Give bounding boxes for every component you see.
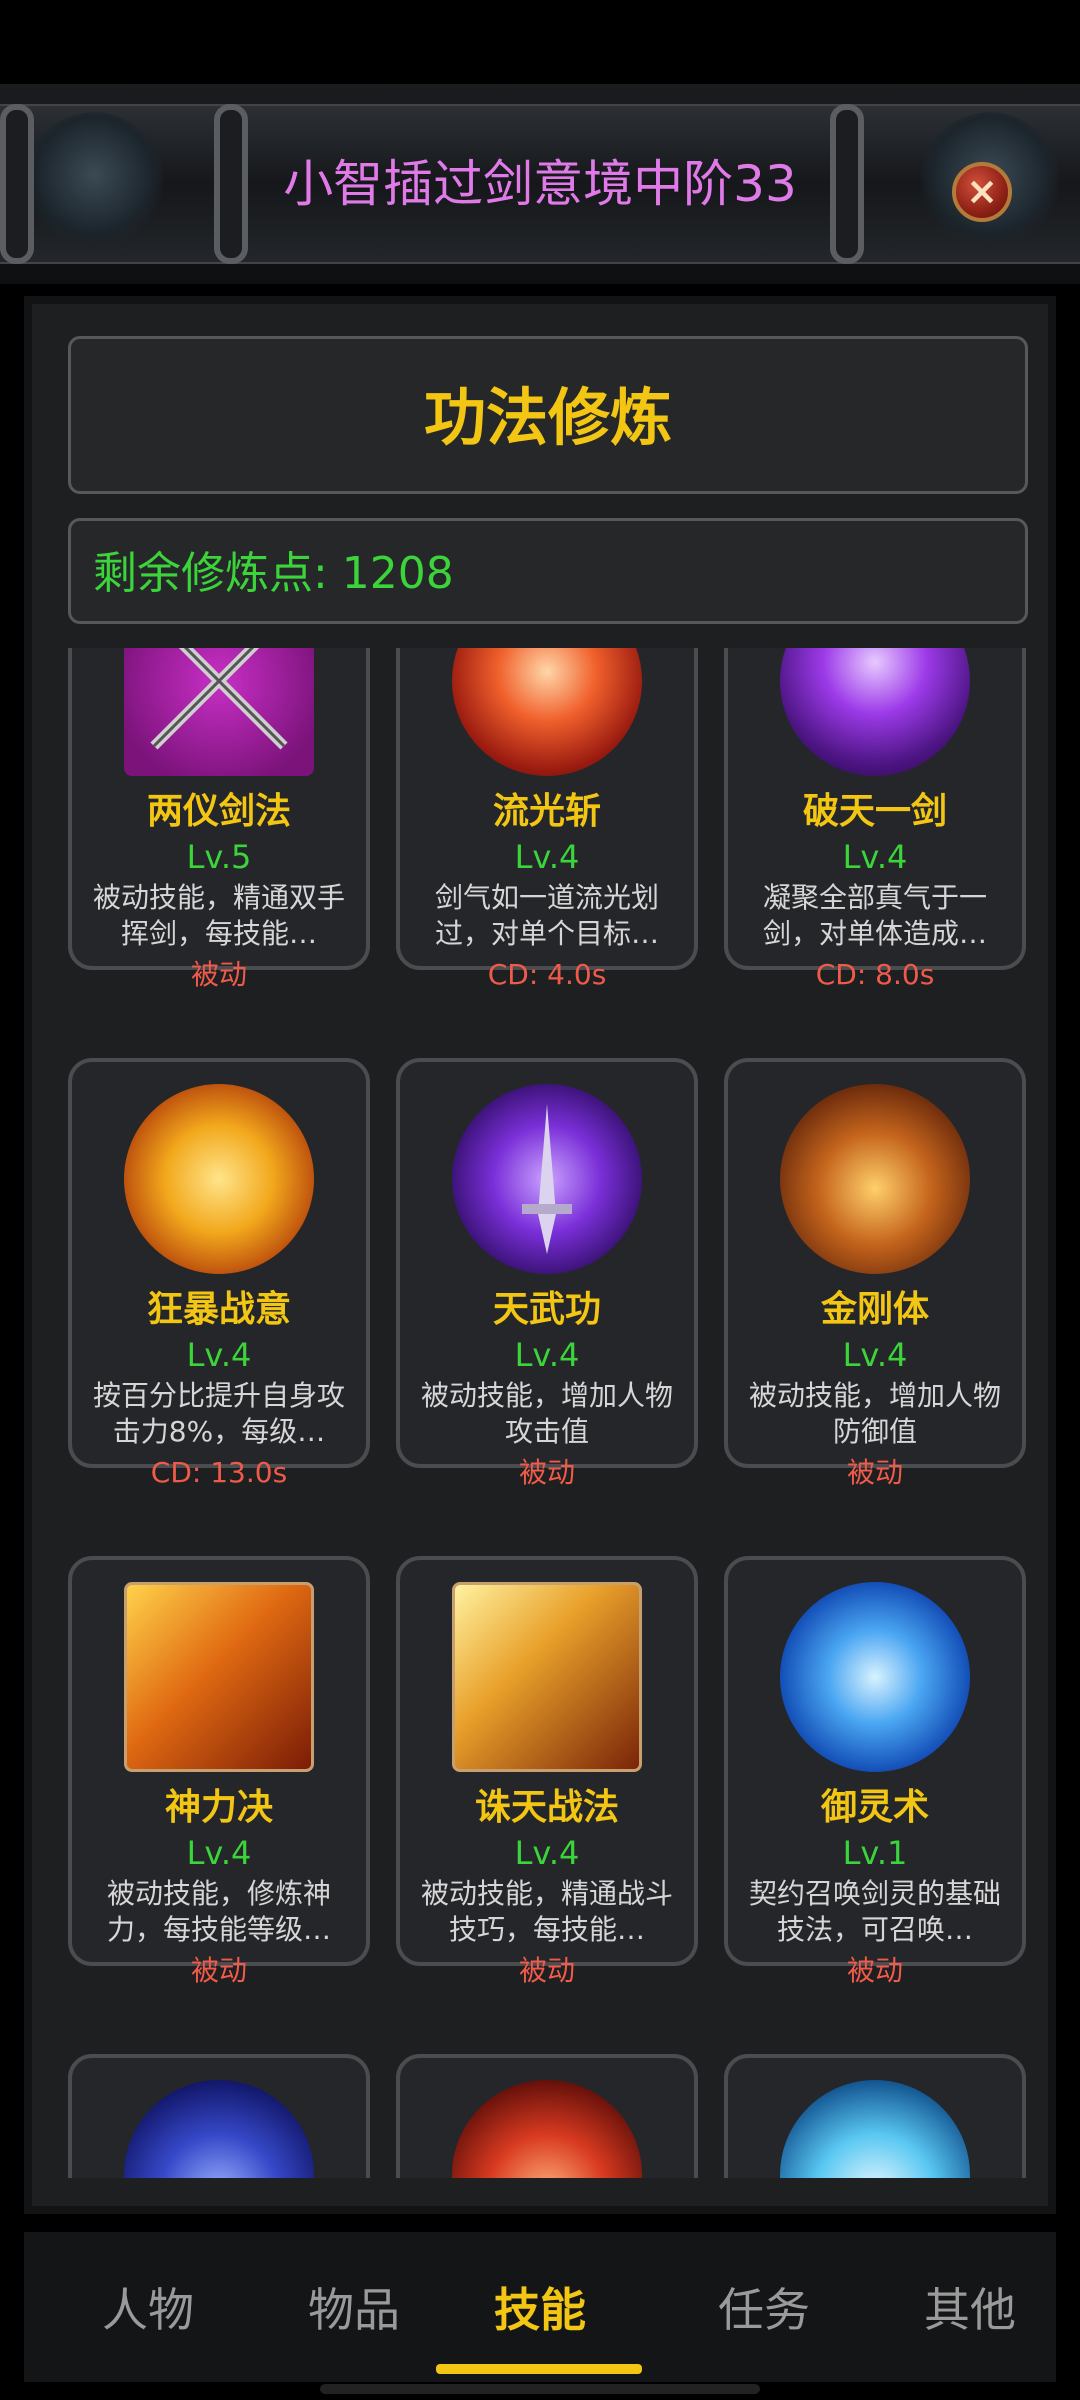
skill-card[interactable]: 天武功 Lv.4 被动技能，增加人物攻击值 被动 [396, 1058, 698, 1489]
skill-description: 被动技能，修炼神力，每技能等级… [106, 1877, 331, 1946]
skill-name: 神力决 [164, 1787, 273, 1828]
skill-description: 凝聚全部真气于一剑，对单体造成… [762, 881, 987, 950]
skill-description: 剑气如一道流光划过，对单个目标… [434, 881, 659, 950]
fist-icon [124, 1084, 314, 1274]
skill-panel: 功法修炼 剩余修炼点: 1208 两仪剑法 Lv.5 被动技能，精通双手挥剑，每… [24, 296, 1056, 2214]
skill-card[interactable]: 诛天战法 Lv.4 被动技能，精通战斗技巧，每技能… 被动 [396, 1556, 698, 1987]
tab-skills[interactable]: 技能 [440, 2282, 640, 2338]
skill-grid[interactable]: 两仪剑法 Lv.5 被动技能，精通双手挥剑，每技能… 被动 流光斩 Lv.4 剑… [32, 648, 1048, 2178]
tab-other[interactable]: 其他 [870, 2282, 1070, 2338]
bottom-tab-bar: 人物 物品 技能 任务 其他 [24, 2232, 1056, 2382]
skill-level: Lv.4 [842, 1336, 908, 1374]
game-header: 小智插过剑意境中阶33 × [0, 84, 1080, 284]
skill-level: Lv.4 [186, 1336, 252, 1374]
skill-name: 流光斩 [492, 791, 601, 832]
skill-name: 破天一剑 [802, 791, 947, 832]
skill-name: 两仪剑法 [146, 791, 291, 832]
skill-cooldown: CD: 13.0s [150, 1456, 288, 1489]
skill-description: 被动技能，增加人物防御值 [748, 1379, 1001, 1448]
skill-card[interactable] [724, 2054, 1026, 2178]
skill-type: 被动 [518, 1456, 575, 1489]
skill-name: 金刚体 [820, 1289, 929, 1330]
skill-level: Lv.4 [514, 1336, 580, 1374]
skill-name: 天武功 [492, 1289, 601, 1330]
lightning-icon [780, 648, 970, 776]
skill-card[interactable] [68, 2054, 370, 2178]
flame-slash-icon [452, 648, 642, 776]
sword-icon [452, 1084, 642, 1274]
game-title: 小智插过剑意境中阶33 [283, 155, 797, 213]
skill-description: 被动技能，增加人物攻击值 [420, 1379, 673, 1448]
active-tab-indicator [436, 2364, 642, 2374]
tab-character[interactable]: 人物 [48, 2282, 248, 2338]
skill-level: Lv.4 [514, 1834, 580, 1872]
spirit-dragon-icon [780, 1582, 970, 1772]
blade-icon [124, 1582, 314, 1772]
skill-type: 被动 [846, 1954, 903, 1987]
skill-name: 诛天战法 [474, 1787, 619, 1828]
skill-type: 被动 [518, 1954, 575, 1987]
skill-card[interactable]: 流光斩 Lv.4 剑气如一道流光划过，对单个目标… CD: 4.0s [396, 648, 698, 991]
panel-title: 功法修炼 [423, 381, 672, 454]
close-icon[interactable]: × [952, 162, 1012, 222]
game-screen: { "header": {"title": "小智插过剑意境中阶33", "cl… [0, 0, 1080, 2400]
skill-card[interactable]: 两仪剑法 Lv.5 被动技能，精通双手挥剑，每技能… 被动 [68, 648, 370, 991]
skill-card[interactable]: 金刚体 Lv.4 被动技能，增加人物防御值 被动 [724, 1058, 1026, 1489]
skill-description: 被动技能，精通双手挥剑，每技能… [92, 881, 345, 950]
skill-type: 被动 [190, 1954, 247, 1987]
spear-icon [452, 1582, 642, 1772]
skill-description: 按百分比提升自身攻击力8%，每级… [92, 1379, 345, 1448]
skill-card[interactable]: 破天一剑 Lv.4 凝聚全部真气于一剑，对单体造成… CD: 8.0s [724, 648, 1026, 991]
tab-items[interactable]: 物品 [254, 2282, 454, 2338]
fire-skill-icon [452, 2080, 642, 2178]
remaining-points: 剩余修炼点: 1208 [93, 548, 454, 599]
panel-title-box: 功法修炼 [68, 336, 1028, 494]
home-indicator [320, 2384, 760, 2394]
skill-type: 被动 [190, 958, 247, 991]
skill-card[interactable]: 御灵术 Lv.1 契约召唤剑灵的基础技法，可召唤… 被动 [724, 1556, 1026, 1987]
skill-level: Lv.1 [842, 1834, 908, 1872]
guardian-icon [780, 1084, 970, 1274]
skill-card[interactable]: 狂暴战意 Lv.4 按百分比提升自身攻击力8%，每级… CD: 13.0s [68, 1058, 370, 1489]
skill-card[interactable] [396, 2054, 698, 2178]
skill-description: 契约召唤剑灵的基础技法，可召唤… [748, 1877, 1001, 1946]
skill-name: 狂暴战意 [146, 1289, 291, 1330]
skill-level: Lv.5 [186, 838, 252, 876]
skill-level: Lv.4 [842, 838, 908, 876]
skill-type: 被动 [846, 1456, 903, 1489]
skill-cooldown: CD: 4.0s [487, 958, 607, 991]
skill-cooldown: CD: 8.0s [815, 958, 935, 991]
crossed-swords-icon [124, 648, 314, 776]
skill-name: 御灵术 [820, 1787, 929, 1828]
skill-card[interactable]: 神力决 Lv.4 被动技能，修炼神力，每技能等级… 被动 [68, 1556, 370, 1987]
skill-level: Lv.4 [514, 838, 580, 876]
dragon-skill-icon [124, 2080, 314, 2178]
skill-level: Lv.4 [186, 1834, 252, 1872]
tab-quests[interactable]: 任务 [664, 2282, 864, 2338]
points-box: 剩余修炼点: 1208 [68, 518, 1028, 624]
skill-description: 被动技能，精通战斗技巧，每技能… [420, 1877, 673, 1946]
ice-skill-icon [780, 2080, 970, 2178]
